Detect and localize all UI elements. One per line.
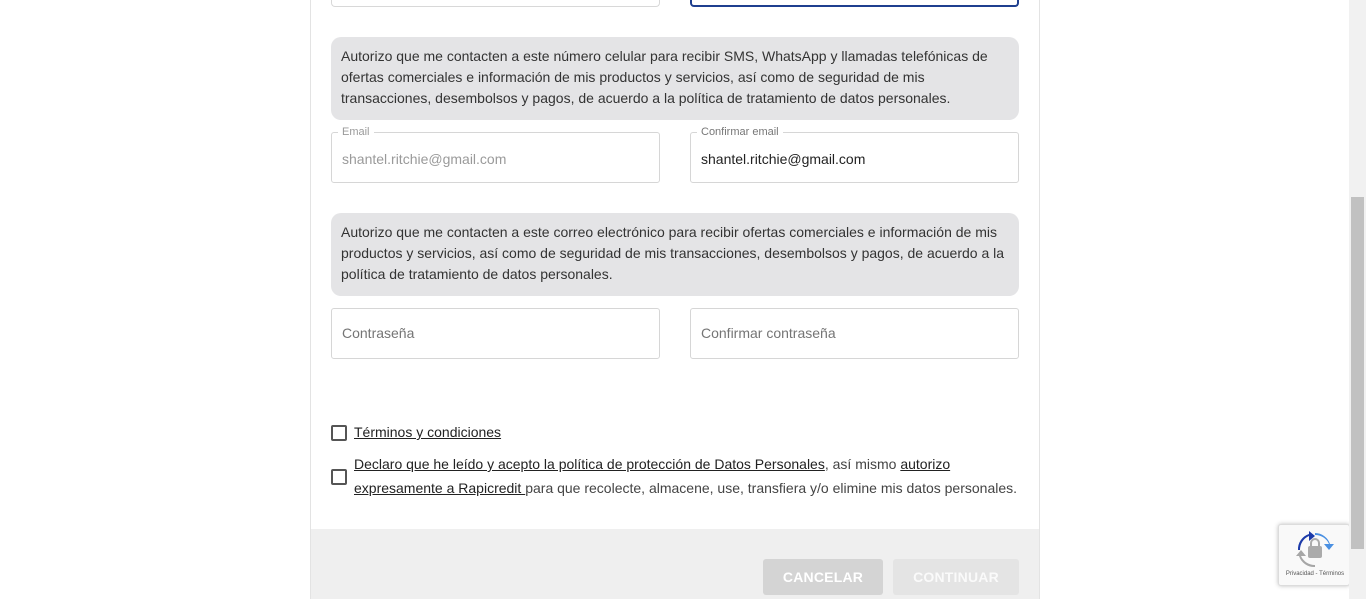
password-field[interactable]: Contraseña — [331, 308, 660, 359]
confirm-password-field[interactable]: Confirmar contraseña — [690, 308, 1019, 359]
terms-text: Términos y condiciones — [354, 420, 501, 444]
phone-field[interactable] — [331, 0, 660, 7]
recaptcha-links[interactable]: Privacidad - Términos — [1279, 571, 1351, 577]
privacy-policy-link[interactable]: Declaro que he leído y acepto la polític… — [354, 456, 825, 472]
terms-checkbox[interactable] — [331, 425, 347, 441]
cancel-button[interactable]: CANCELAR — [763, 559, 883, 595]
terms-row: Términos y condiciones — [331, 420, 501, 444]
privacy-text: Declaro que he leído y acepto la polític… — [354, 452, 1020, 500]
privacy-checkbox[interactable] — [331, 469, 347, 485]
privacy-end-text: para que recolecte, almacene, use, trans… — [525, 480, 1018, 496]
confirm-email-value[interactable]: shantel.ritchie@gmail.com — [701, 133, 1001, 182]
confirm-password-placeholder: Confirmar contraseña — [701, 325, 836, 341]
email-consent-notice: Autorizo que me contacten a este correo … — [331, 213, 1019, 296]
authorize-link-part1: autorizo — [900, 456, 951, 472]
continue-button[interactable]: CONTINUAR — [893, 559, 1019, 595]
privacy-row: Declaro que he leído y acepto la polític… — [331, 452, 1021, 500]
phone-consent-text: Autorizo que me contacten a este número … — [341, 48, 988, 106]
page-scrollbar[interactable] — [1349, 0, 1366, 599]
privacy-middle-text: , así mismo — [824, 456, 901, 472]
email-value: shantel.ritchie@gmail.com — [342, 151, 507, 167]
email-field: Email shantel.ritchie@gmail.com — [331, 126, 660, 183]
email-consent-text: Autorizo que me contacten a este correo … — [341, 224, 1005, 282]
form-footer: CANCELAR CONTINUAR — [311, 529, 1039, 599]
phone-consent-notice: Autorizo que me contacten a este número … — [331, 37, 1019, 120]
recaptcha-badge[interactable]: Privacidad - Términos — [1278, 524, 1350, 586]
terms-link[interactable]: Términos y condiciones — [354, 424, 501, 440]
confirm-email-field[interactable]: Confirmar email shantel.ritchie@gmail.co… — [690, 126, 1019, 183]
recaptcha-icon — [1296, 531, 1334, 568]
scrollbar-thumb[interactable] — [1351, 197, 1364, 549]
registration-card: Autorizo que me contacten a este número … — [310, 0, 1040, 599]
authorize-link-part2: expresamente a Rapicredit — [354, 480, 526, 496]
confirm-phone-field[interactable] — [690, 0, 1019, 7]
password-placeholder: Contraseña — [342, 325, 415, 341]
